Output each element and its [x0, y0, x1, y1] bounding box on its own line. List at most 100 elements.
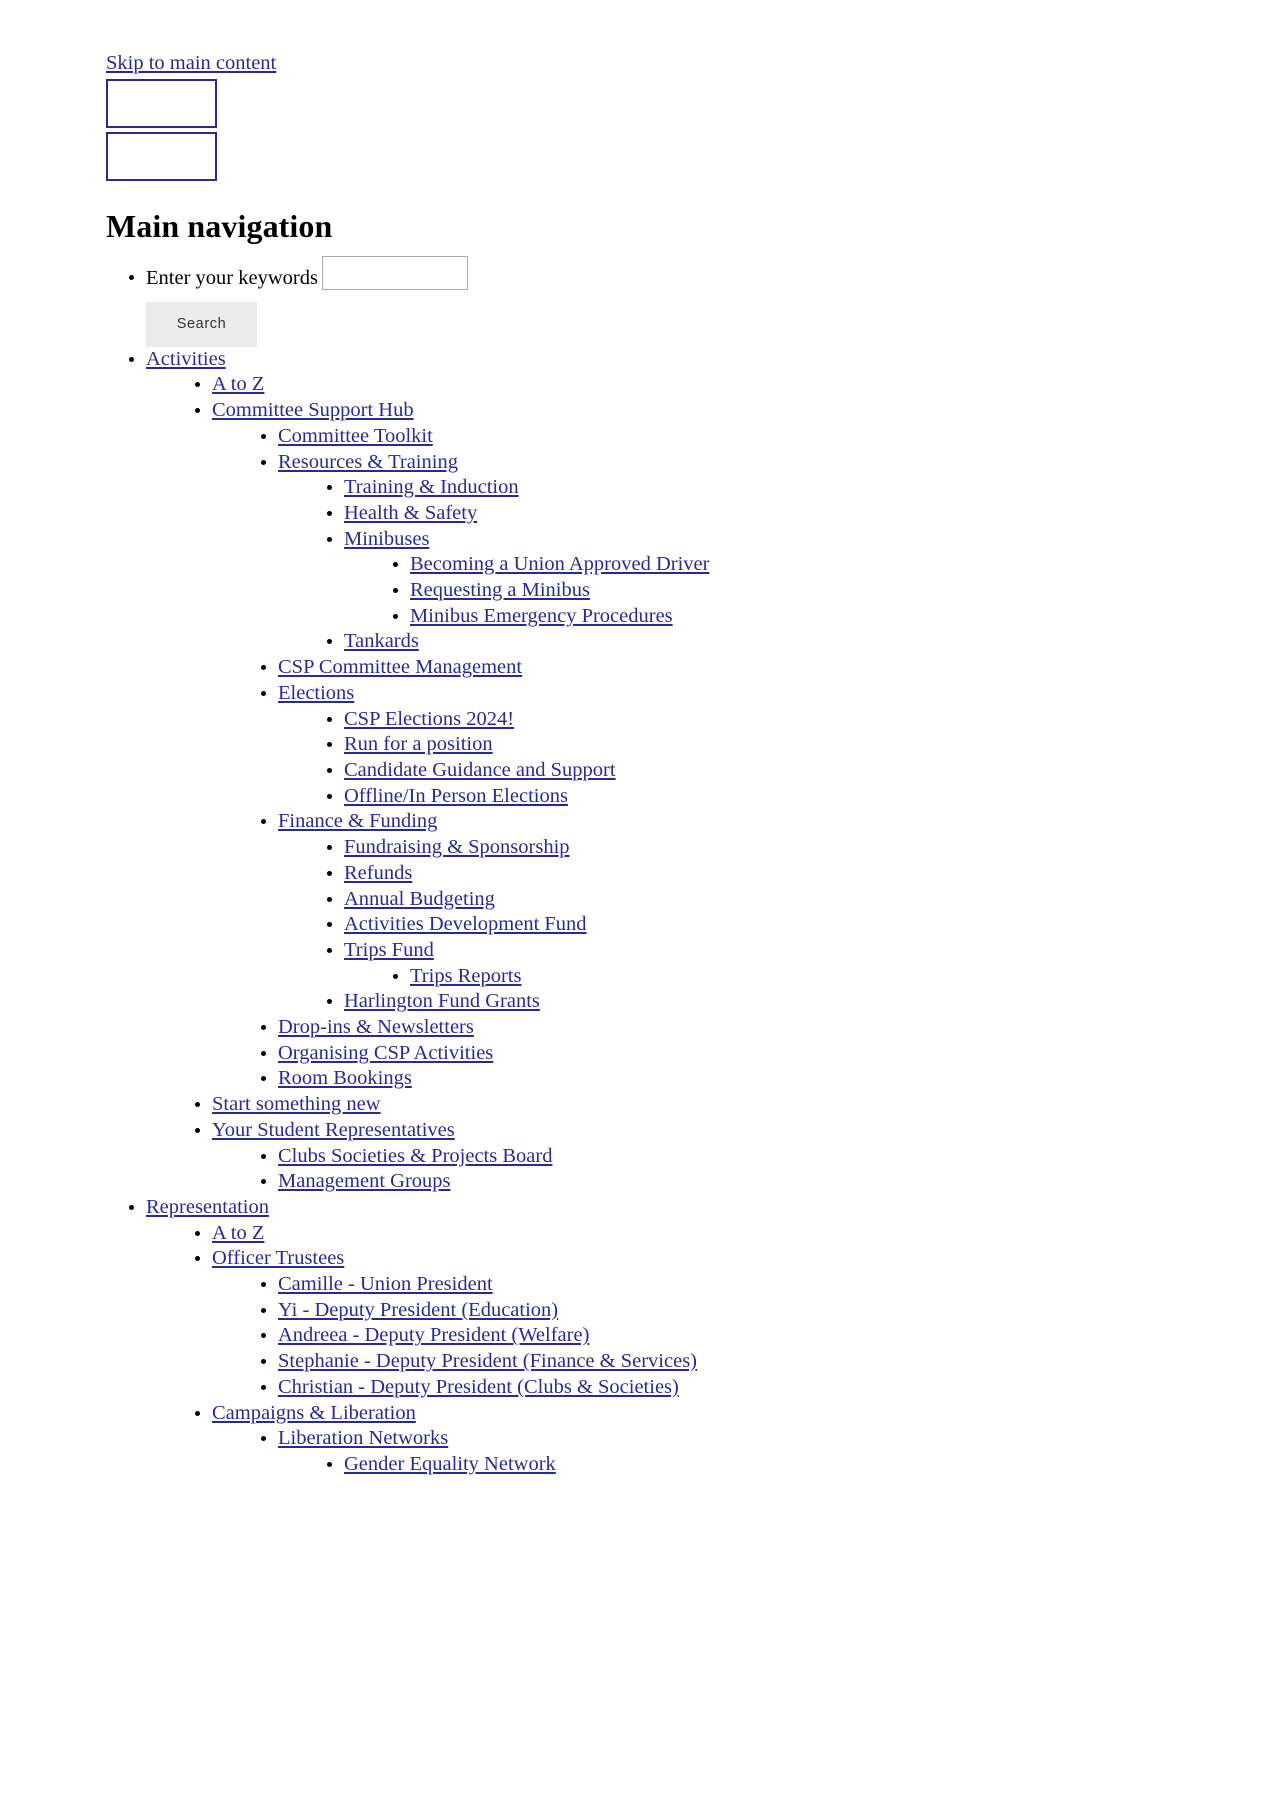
nav-link-run-for-a-position[interactable]: Run for a position [344, 733, 493, 755]
nav-link-organising-csp-activities[interactable]: Organising CSP Activities [278, 1042, 493, 1064]
nav-link-candidate-guidance-and-support[interactable]: Candidate Guidance and Support [344, 759, 616, 781]
nav-link-refunds[interactable]: Refunds [344, 862, 412, 884]
search-label: Enter your keywords [146, 266, 318, 289]
branding-image-row [106, 131, 1174, 181]
nav-item-health-and-safety: Health & Safety [344, 501, 1174, 527]
nav-item-stephanie-deputy-president-finance-and-services: Stephanie - Deputy President (Finance & … [278, 1349, 1174, 1375]
nav-link-csp-committee-management[interactable]: CSP Committee Management [278, 656, 522, 678]
nav-sublist-officer-trustees: Camille - Union President Yi - Deputy Pre… [212, 1272, 1174, 1401]
nav-link-offline-in-person-elections[interactable]: Offline/In Person Elections [344, 785, 568, 807]
nav-link-activities-development-fund[interactable]: Activities Development Fund [344, 913, 587, 935]
nav-link-training-and-induction[interactable]: Training & Induction [344, 476, 519, 498]
nav-item-committee-support-hub: Committee Support Hub Committee Toolkit Re… [212, 398, 1174, 1092]
nav-sublist-committee-support-hub: Committee Toolkit Resources & Training Tra… [212, 424, 1174, 1092]
nav-item-trips-fund: Trips Fund Trips Reports [344, 938, 1174, 989]
nav-link-representation[interactable]: Representation [146, 1196, 269, 1218]
nav-link-clubs-societies-and-projects-board[interactable]: Clubs Societies & Projects Board [278, 1145, 552, 1167]
nav-item-minibus-emergency-procedures: Minibus Emergency Procedures [410, 604, 1174, 630]
search-list-item: Enter your keywords Search [146, 255, 1174, 347]
nav-item-management-groups: Management Groups [278, 1169, 1174, 1195]
nav-link-finance-and-funding[interactable]: Finance & Funding [278, 810, 437, 832]
nav-link-csp-elections-2024[interactable]: CSP Elections 2024! [344, 708, 514, 730]
nav-link-camille-union-president[interactable]: Camille - Union President [278, 1273, 493, 1295]
nav-item-candidate-guidance-and-support: Candidate Guidance and Support [344, 758, 1174, 784]
nav-link-tankards[interactable]: Tankards [344, 630, 419, 652]
nav-sublist-elections: CSP Elections 2024! Run for a position Can… [278, 707, 1174, 810]
nav-item-committee-toolkit: Committee Toolkit [278, 424, 1174, 450]
nav-sublist-minibuses: Becoming a Union Approved Driver Requesti… [344, 552, 1174, 629]
nav-link-christian-deputy-president-clubs-and-societies[interactable]: Christian - Deputy President (Clubs & So… [278, 1376, 679, 1398]
main-navigation-list: Enter your keywords Search Activities A t… [106, 255, 1174, 1478]
nav-link-health-and-safety[interactable]: Health & Safety [344, 502, 477, 524]
nav-item-camille-union-president: Camille - Union President [278, 1272, 1174, 1298]
nav-item-liberation-networks: Liberation Networks Gender Equality Netwo… [278, 1426, 1174, 1477]
nav-link-minibuses[interactable]: Minibuses [344, 528, 429, 550]
nav-link-resources-and-training[interactable]: Resources & Training [278, 451, 458, 473]
branding-images [106, 78, 1174, 181]
nav-link-trips-fund[interactable]: Trips Fund [344, 939, 434, 961]
nav-sublist-your-student-representatives: Clubs Societies & Projects Board Manageme… [212, 1144, 1174, 1195]
nav-link-elections[interactable]: Elections [278, 682, 354, 704]
nav-link-management-groups[interactable]: Management Groups [278, 1170, 451, 1192]
nav-link-committee-toolkit[interactable]: Committee Toolkit [278, 425, 433, 447]
skip-link-row: Skip to main content [106, 52, 1174, 75]
site-logo-secondary-broken-image-icon [106, 131, 217, 181]
nav-item-activities: ActivitiesA to ZCommittee Support HubCom… [146, 347, 1174, 1195]
nav-sublist-trips-fund: Trips Reports [344, 964, 1174, 990]
nav-item-campaigns-and-liberation: Campaigns & LiberationLiberation Network… [212, 1401, 1174, 1478]
nav-link-officer-trustees[interactable]: Officer Trustees [212, 1247, 344, 1269]
nav-item-christian-deputy-president-clubs-and-societies: Christian - Deputy President (Clubs & So… [278, 1375, 1174, 1401]
nav-item-activities-development-fund: Activities Development Fund [344, 912, 1174, 938]
nav-link-activities[interactable]: Activities [146, 348, 226, 370]
search-button-wrapper: Search [146, 301, 1174, 347]
nav-sublist-representation: A to Z Officer Trustees Camille - Union Pr… [146, 1221, 1174, 1478]
nav-sublist-liberation-networks: Gender Equality Network [278, 1452, 1174, 1478]
site-logo-secondary-link[interactable] [106, 131, 217, 189]
search-input[interactable] [321, 255, 468, 290]
nav-link-start-something-new[interactable]: Start something new [212, 1093, 381, 1115]
nav-item-requesting-a-minibus: Requesting a Minibus [410, 578, 1174, 604]
nav-item-fundraising-and-sponsorship: Fundraising & Sponsorship [344, 835, 1174, 861]
search-button[interactable]: Search [146, 301, 257, 347]
nav-item-elections: Elections CSP Elections 2024! Run for a po… [278, 681, 1174, 810]
nav-link-drop-ins-and-newsletters[interactable]: Drop-ins & Newsletters [278, 1016, 474, 1038]
nav-sublist-campaigns-and-liberation: Liberation Networks Gender Equality Netwo… [212, 1426, 1174, 1477]
nav-item-yi-deputy-president-education: Yi - Deputy President (Education) [278, 1298, 1174, 1324]
nav-link-requesting-a-minibus[interactable]: Requesting a Minibus [410, 579, 590, 601]
nav-item-andreea-deputy-president-welfare: Andreea - Deputy President (Welfare) [278, 1323, 1174, 1349]
nav-item-your-student-representatives: Your Student Representatives Clubs Societ… [212, 1118, 1174, 1195]
nav-item-a-to-z: A to Z [212, 372, 1174, 398]
nav-link-gender-equality-network[interactable]: Gender Equality Network [344, 1453, 556, 1475]
nav-item-gender-equality-network: Gender Equality Network [344, 1452, 1174, 1478]
nav-item-drop-ins-and-newsletters: Drop-ins & Newsletters [278, 1015, 1174, 1041]
nav-link-andreea-deputy-president-welfare[interactable]: Andreea - Deputy President (Welfare) [278, 1324, 589, 1346]
nav-link-your-student-representatives[interactable]: Your Student Representatives [212, 1119, 455, 1141]
nav-link-yi-deputy-president-education[interactable]: Yi - Deputy President (Education) [278, 1299, 558, 1321]
nav-link-campaigns-and-liberation[interactable]: Campaigns & Liberation [212, 1402, 416, 1424]
nav-link-trips-reports[interactable]: Trips Reports [410, 965, 521, 987]
nav-item-organising-csp-activities: Organising CSP Activities [278, 1041, 1174, 1067]
nav-item-offline-in-person-elections: Offline/In Person Elections [344, 784, 1174, 810]
nav-item-annual-budgeting: Annual Budgeting [344, 887, 1174, 913]
skip-to-main-content-link[interactable]: Skip to main content [106, 52, 276, 74]
nav-link-stephanie-deputy-president-finance-and-services[interactable]: Stephanie - Deputy President (Finance & … [278, 1350, 697, 1372]
nav-item-minibuses: MinibusesBecoming a Union Approved Drive… [344, 527, 1174, 630]
nav-link-committee-support-hub[interactable]: Committee Support Hub [212, 399, 414, 421]
nav-item-finance-and-funding: Finance & Funding Fundraising & Sponsorsh… [278, 809, 1174, 1015]
nav-link-a-to-z[interactable]: A to Z [212, 1222, 264, 1244]
nav-link-annual-budgeting[interactable]: Annual Budgeting [344, 888, 495, 910]
nav-link-harlington-fund-grants[interactable]: Harlington Fund Grants [344, 990, 540, 1012]
branding-image-row [106, 78, 1174, 128]
nav-item-officer-trustees: Officer Trustees Camille - Union Presiden… [212, 1246, 1174, 1400]
nav-link-fundraising-and-sponsorship[interactable]: Fundraising & Sponsorship [344, 836, 570, 858]
nav-item-a-to-z: A to Z [212, 1221, 1174, 1247]
nav-link-room-bookings[interactable]: Room Bookings [278, 1067, 412, 1089]
nav-link-minibus-emergency-procedures[interactable]: Minibus Emergency Procedures [410, 605, 673, 627]
site-logo-primary-broken-image-icon [106, 78, 217, 128]
nav-item-csp-committee-management: CSP Committee Management [278, 655, 1174, 681]
nav-link-becoming-a-union-approved-driver[interactable]: Becoming a Union Approved Driver [410, 553, 709, 575]
nav-item-room-bookings: Room Bookings [278, 1066, 1174, 1092]
page-title: Main navigation [106, 207, 333, 244]
nav-link-liberation-networks[interactable]: Liberation Networks [278, 1427, 448, 1449]
nav-link-a-to-z[interactable]: A to Z [212, 373, 264, 395]
